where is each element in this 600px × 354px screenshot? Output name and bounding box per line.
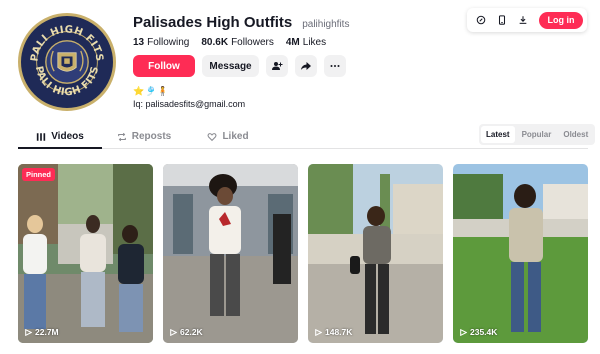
- video-thumbnail: [453, 164, 588, 343]
- video-card[interactable]: Pinned 22.7M: [18, 164, 153, 343]
- bio-emoji-line: ⭐🎐🧍: [133, 86, 170, 96]
- pali-high-fits-logo: PALI HIGH FITS PALI HIGH FITS: [22, 17, 112, 107]
- more-button[interactable]: [324, 55, 346, 77]
- bio-text: Iq: palisadesfits@gmail.com: [133, 99, 246, 109]
- phone-icon: [498, 15, 506, 25]
- tab-videos[interactable]: Videos: [18, 124, 102, 149]
- view-count-label: 235.4K: [470, 327, 498, 337]
- download-icon: [519, 16, 527, 24]
- profile-name-row: Palisades High Outfits palihighfits: [133, 14, 349, 31]
- view-count: 62.2K: [170, 327, 203, 337]
- play-icon: [460, 328, 467, 336]
- play-icon: [25, 328, 32, 336]
- video-grid: Pinned 22.7M 62.2K 148.7K 235.4K: [18, 164, 588, 343]
- add-friend-icon: [272, 62, 283, 70]
- share-icon: [301, 62, 311, 70]
- login-button[interactable]: Log in: [539, 11, 583, 29]
- sort-popular[interactable]: Popular: [517, 126, 557, 143]
- video-card[interactable]: 235.4K: [453, 164, 588, 343]
- tab-liked[interactable]: Liked: [186, 124, 270, 149]
- profile-stats: 13 Following 80.6K Followers 4M Likes: [133, 37, 326, 48]
- video-thumbnail: [163, 164, 298, 343]
- grid-icon: [37, 132, 46, 141]
- message-button[interactable]: Message: [202, 55, 259, 77]
- profile-avatar[interactable]: PALI HIGH FITS PALI HIGH FITS: [18, 13, 116, 111]
- coin-icon: [476, 15, 486, 25]
- phone-button[interactable]: [495, 13, 509, 27]
- tab-reposts-label: Reposts: [131, 131, 172, 142]
- tab-divider: [18, 148, 588, 149]
- view-count: 22.7M: [25, 327, 59, 337]
- view-count: 235.4K: [460, 327, 497, 337]
- tab-videos-label: Videos: [51, 131, 84, 142]
- stat-followers[interactable]: 80.6K Followers: [201, 37, 273, 48]
- view-count-label: 22.7M: [35, 327, 59, 337]
- play-icon: [170, 328, 177, 336]
- sort-oldest[interactable]: Oldest: [558, 126, 593, 143]
- view-count-label: 62.2K: [180, 327, 203, 337]
- top-right-toolbar: Log in: [467, 8, 587, 32]
- profile-display-name: Palisades High Outfits: [133, 14, 293, 31]
- profile-handle: palihighfits: [302, 19, 350, 30]
- tab-active-indicator: [18, 147, 102, 149]
- video-card[interactable]: 148.7K: [308, 164, 443, 343]
- profile-tabs: Videos Reposts Liked: [18, 124, 270, 149]
- play-icon: [315, 328, 322, 336]
- download-button[interactable]: [516, 13, 530, 27]
- share-button[interactable]: [295, 55, 317, 77]
- follow-button[interactable]: Follow: [133, 55, 195, 77]
- view-count-label: 148.7K: [325, 327, 353, 337]
- tab-reposts[interactable]: Reposts: [102, 124, 186, 149]
- coin-button[interactable]: [474, 13, 488, 27]
- pinned-badge: Pinned: [22, 168, 56, 181]
- repost-icon: [117, 132, 126, 141]
- heart-icon: [207, 132, 217, 141]
- video-card[interactable]: 62.2K: [163, 164, 298, 343]
- view-count: 148.7K: [315, 327, 352, 337]
- sort-latest[interactable]: Latest: [481, 126, 515, 143]
- video-thumbnail: [308, 164, 443, 343]
- tab-liked-label: Liked: [222, 131, 249, 142]
- more-icon: [330, 65, 340, 67]
- video-sort-control: Latest Popular Oldest: [479, 124, 596, 145]
- video-thumbnail: [18, 164, 153, 343]
- profile-actions: Follow Message: [133, 55, 346, 77]
- stat-likes: 4M Likes: [285, 37, 327, 48]
- add-friend-button[interactable]: [266, 55, 288, 77]
- stat-following[interactable]: 13 Following: [133, 37, 189, 48]
